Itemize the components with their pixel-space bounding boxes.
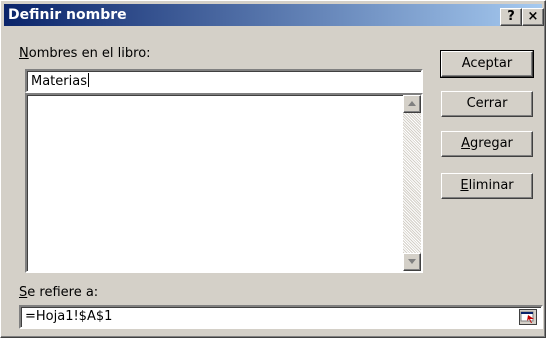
collapse-dialog-button[interactable] (519, 309, 537, 325)
names-list-scrollbar[interactable] (403, 95, 421, 271)
text-cursor (87, 73, 89, 87)
title-bar[interactable]: Definir nombre ? × (4, 4, 544, 26)
refers-to-label: Se refiere a: (19, 285, 99, 300)
refers-to-value: =Hoja1!$A$1 (25, 309, 113, 324)
close-window-button[interactable]: × (522, 8, 544, 26)
name-input[interactable]: Materias (25, 69, 423, 93)
triangle-down-icon (408, 259, 416, 264)
help-button[interactable]: ? (500, 8, 522, 26)
close-button[interactable]: Cerrar (441, 91, 533, 117)
triangle-up-icon (408, 101, 416, 106)
name-input-value: Materias (31, 74, 87, 89)
names-in-workbook-label: Nombres en el libro: (19, 46, 151, 61)
window-title: Definir nombre (8, 7, 127, 23)
refers-to-input[interactable]: =Hoja1!$A$1 (19, 305, 543, 329)
collapse-dialog-icon (519, 309, 537, 325)
names-list[interactable] (25, 93, 423, 273)
scroll-up-button[interactable] (403, 95, 421, 113)
define-name-dialog: Definir nombre ? × Nombres en el libro: … (0, 0, 546, 338)
add-button[interactable]: Agregar (441, 131, 533, 157)
scroll-down-button[interactable] (403, 253, 421, 271)
accept-button[interactable]: Aceptar (440, 50, 534, 78)
delete-button[interactable]: Eliminar (441, 173, 533, 199)
